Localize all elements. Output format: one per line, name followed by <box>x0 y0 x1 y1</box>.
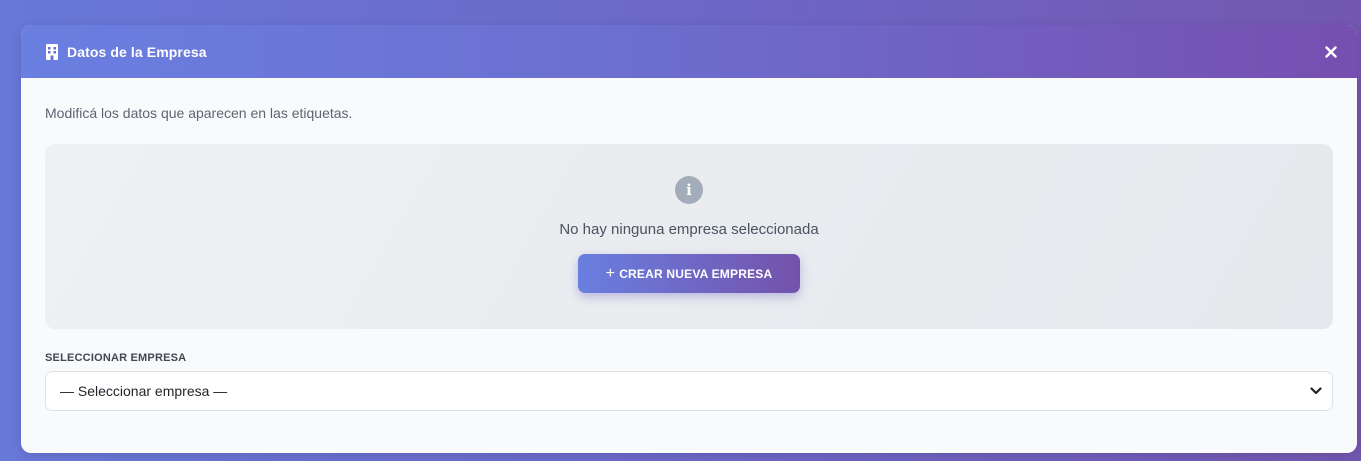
modal-description: Modificá los datos que aparecen en las e… <box>45 105 353 121</box>
empty-state-message: No hay ninguna empresa seleccionada <box>559 221 819 238</box>
close-button[interactable] <box>1321 42 1341 62</box>
create-company-label: CREAR NUEVA EMPRESA <box>619 266 773 281</box>
select-company-label: SELECCIONAR EMPRESA <box>45 352 187 364</box>
building-icon <box>45 43 59 60</box>
close-icon[interactable] <box>1325 45 1337 58</box>
company-select[interactable]: — Seleccionar empresa — <box>45 371 1333 411</box>
info-icon-glyph: i <box>686 181 692 199</box>
modal-body: Modificá los datos que aparecen en las e… <box>21 78 1357 411</box>
plus-icon: + <box>605 264 616 282</box>
modal-header: Datos de la Empresa <box>21 25 1357 78</box>
info-icon: i <box>675 176 703 204</box>
empty-state-panel: i No hay ninguna empresa seleccionada + … <box>45 144 1333 329</box>
create-company-button[interactable]: + CREAR NUEVA EMPRESA <box>578 254 800 293</box>
company-select-value: — Seleccionar empresa — <box>60 383 228 399</box>
chevron-down-icon <box>1310 385 1322 397</box>
company-data-modal: Datos de la Empresa Modificá los datos q… <box>21 25 1357 453</box>
modal-title: Datos de la Empresa <box>67 43 207 60</box>
